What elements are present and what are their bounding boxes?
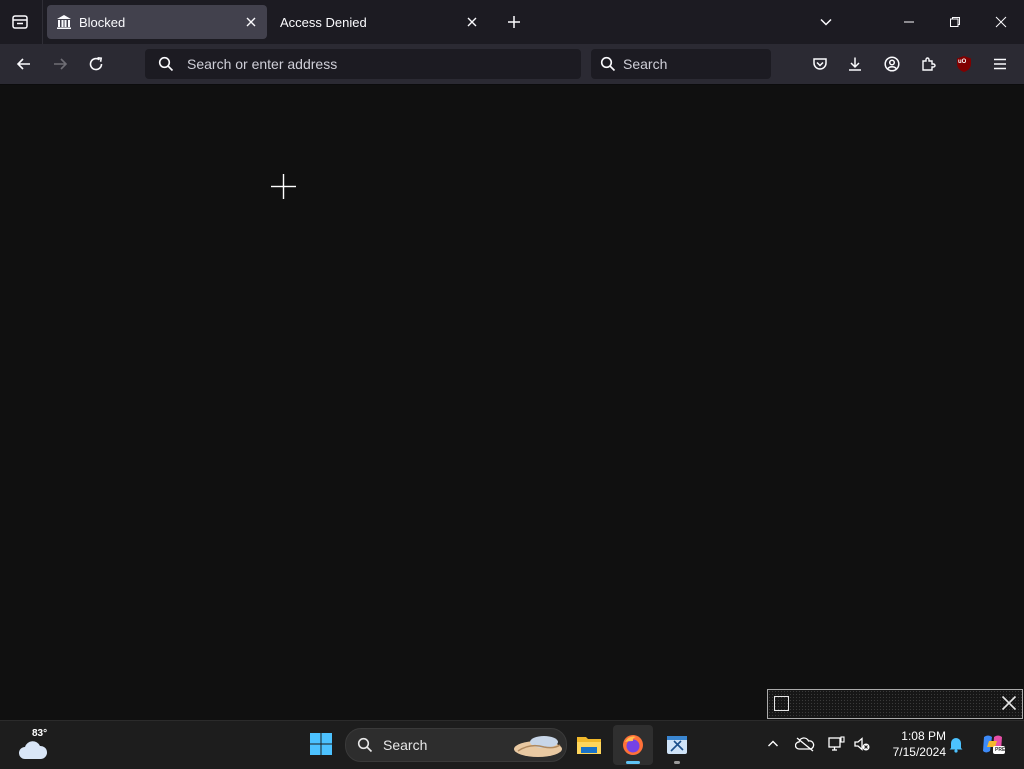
close-icon[interactable] [1000, 694, 1018, 712]
pocket-button[interactable] [806, 50, 834, 78]
extensions-button[interactable] [914, 50, 942, 78]
address-bar[interactable] [145, 49, 581, 79]
clock-date: 7/15/2024 [892, 745, 946, 759]
volume-muted-icon [854, 737, 870, 751]
volume-button[interactable] [851, 733, 873, 755]
notifications-button[interactable] [945, 733, 967, 755]
chevron-down-icon [820, 18, 832, 26]
start-button[interactable] [306, 729, 336, 759]
minimize-button[interactable] [886, 0, 932, 44]
bell-icon [949, 738, 963, 753]
tab-blocked[interactable]: Blocked [47, 5, 267, 39]
file-explorer-icon [577, 737, 601, 754]
clock-time: 1:08 PM [901, 729, 946, 743]
taskbar-snipping-tool[interactable] [657, 725, 697, 765]
taskbar-search-label: Search [383, 737, 428, 753]
tab-label: Blocked [79, 14, 126, 30]
taskbar-firefox[interactable] [613, 725, 653, 765]
forward-button[interactable] [46, 50, 74, 78]
downloads-button[interactable] [841, 50, 869, 78]
taskbar-search[interactable]: Search [345, 728, 567, 762]
hamburger-menu-icon [994, 58, 1006, 70]
tab-label: Access Denied [280, 14, 367, 30]
weather-widget[interactable]: 83° [16, 727, 52, 763]
plus-icon [508, 16, 520, 28]
download-icon [849, 57, 861, 71]
search-icon [600, 56, 616, 72]
onedrive-offline-icon [795, 737, 815, 752]
list-all-tabs-button[interactable] [816, 12, 836, 32]
running-indicator [674, 761, 680, 764]
weather-temperature: 83° [32, 728, 48, 739]
system-clock[interactable]: 1:08 PM 7/15/2024 [880, 728, 946, 760]
search-icon [158, 56, 174, 72]
navigation-toolbar: uO [0, 44, 1024, 85]
account-button[interactable] [878, 50, 906, 78]
tab-strip: Blocked Access Denied [0, 0, 1024, 44]
tab-access-denied[interactable]: Access Denied [268, 5, 488, 39]
copilot-pre-badge: PRE [995, 747, 1006, 753]
close-tab-icon[interactable] [462, 12, 482, 32]
taskbar-file-explorer[interactable] [569, 725, 609, 765]
show-hidden-icons-button[interactable] [762, 733, 784, 755]
running-indicator [626, 761, 640, 764]
chevron-up-icon [768, 740, 778, 747]
cloud-icon [19, 741, 48, 759]
tab-separator [42, 0, 43, 44]
extensions-icon [922, 57, 936, 71]
close-icon [995, 16, 1007, 28]
maximize-icon[interactable] [774, 696, 789, 711]
close-tab-icon[interactable] [241, 12, 261, 32]
account-icon [884, 56, 900, 72]
forward-arrow-icon [54, 58, 68, 70]
restore-button[interactable] [932, 0, 978, 44]
search-icon [357, 737, 373, 753]
search-bar[interactable] [591, 49, 771, 79]
firefox-icon [623, 735, 643, 755]
reload-button[interactable] [82, 50, 110, 78]
restore-icon [950, 17, 960, 27]
windows-logo-icon [310, 733, 332, 755]
floating-toolbar[interactable] [767, 689, 1023, 719]
ublock-badge: uO [958, 59, 967, 65]
pocket-icon [813, 58, 827, 70]
onedrive-button[interactable] [794, 733, 816, 755]
address-input[interactable] [187, 56, 547, 72]
search-input[interactable] [623, 56, 763, 72]
network-button[interactable] [825, 733, 847, 755]
page-content[interactable] [0, 85, 1024, 720]
copilot-button[interactable]: PRE [980, 733, 1006, 755]
bank-icon [56, 14, 72, 30]
app-menu-button[interactable] [986, 50, 1014, 78]
search-highlight-illustration [514, 736, 562, 757]
minimize-icon [904, 21, 914, 23]
crosshair-cursor-icon [271, 174, 296, 199]
reload-icon [89, 57, 103, 71]
close-window-button[interactable] [978, 0, 1024, 44]
new-tab-button[interactable] [504, 12, 524, 32]
snipping-tool-icon [667, 736, 687, 754]
firefox-view-icon [12, 15, 28, 29]
network-icon [828, 736, 845, 751]
back-arrow-icon [16, 58, 30, 70]
firefox-view-button[interactable] [6, 8, 34, 36]
taskbar: 83° Search 1:08 PM 7/15/2024 PRE [0, 720, 1024, 769]
back-button[interactable] [10, 50, 38, 78]
ublock-button[interactable]: uO [950, 50, 978, 78]
